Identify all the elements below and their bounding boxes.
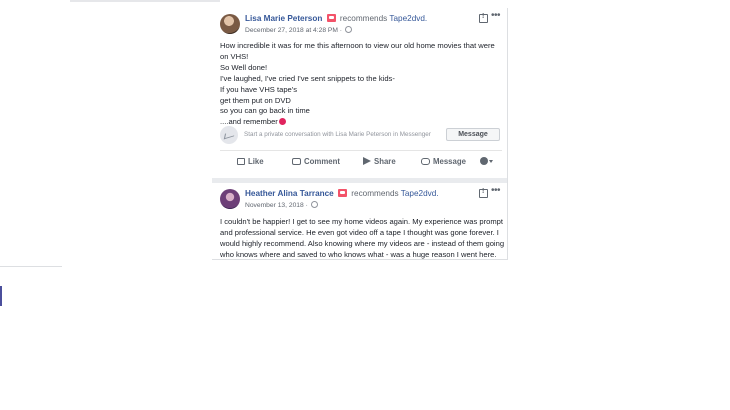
share-button[interactable]: Share: [363, 157, 396, 166]
page-link[interactable]: Tape2dvd.: [389, 14, 427, 23]
share-arrow-icon: [363, 157, 371, 165]
comment-label: Comment: [304, 157, 340, 166]
post-line: get them put on DVD: [220, 95, 291, 105]
globe-icon: [310, 201, 318, 208]
heart-emoji-icon: [278, 118, 286, 126]
comment-bubble-icon: [292, 158, 301, 165]
left-panel-divider: [0, 266, 62, 267]
avatar[interactable]: [220, 14, 240, 34]
flag-icon[interactable]: [479, 13, 488, 23]
post-meta: December 27, 2018 at 4:28 PM ·: [245, 26, 352, 34]
like-label: Like: [248, 157, 264, 166]
message-action-button[interactable]: Message: [421, 157, 466, 166]
recommend-badge-icon: [326, 14, 336, 22]
left-panel-accent: [0, 286, 2, 306]
message-button[interactable]: Message: [446, 128, 500, 141]
post-line: So Well done!: [220, 62, 268, 72]
author-name[interactable]: Lisa Marie Peterson: [245, 14, 322, 23]
post-body: I couldn't be happier! I get to see my h…: [220, 217, 504, 261]
flag-icon[interactable]: [479, 188, 488, 198]
audience-selector-icon: [480, 157, 488, 165]
post-line-text: ....and remember: [220, 117, 278, 127]
post-separator: [212, 178, 507, 183]
messenger-row: Start a private conversation with Lisa M…: [220, 126, 502, 144]
recommend-badge-icon: [338, 189, 348, 197]
post-body: How incredible it was for me this aftern…: [220, 41, 503, 128]
share-label: Share: [374, 157, 396, 166]
post-line: and professional service. He even got vi…: [220, 227, 499, 237]
post-line: If you have VHS tape's: [220, 84, 298, 94]
like-thumb-icon: [237, 158, 245, 165]
more-options-icon[interactable]: •••: [491, 10, 501, 21]
messenger-icon: [220, 126, 238, 144]
post-header: Lisa Marie Peterson recommends Tape2dvd.: [245, 14, 427, 23]
audience-selector[interactable]: [480, 157, 493, 166]
page-link[interactable]: Tape2dvd.: [401, 189, 439, 198]
post-header: Heather Alina Tarrance recommends Tape2d…: [245, 189, 439, 198]
post-meta: November 13, 2018 ·: [245, 201, 318, 209]
post-line: I couldn't be happier! I get to see my h…: [220, 217, 503, 226]
post-line: so you can go back in time: [220, 106, 310, 116]
post-line: How incredible it was for me this aftern…: [220, 41, 495, 50]
like-button[interactable]: Like: [237, 157, 264, 166]
meta-separator: ·: [339, 27, 343, 34]
actions-divider: [220, 150, 502, 151]
comment-button[interactable]: Comment: [292, 157, 340, 166]
chevron-down-icon: [489, 160, 493, 163]
author-name[interactable]: Heather Alina Tarrance: [245, 189, 334, 198]
globe-icon: [344, 26, 352, 33]
more-options-icon[interactable]: •••: [491, 185, 501, 196]
post-timestamp[interactable]: December 27, 2018 at 4:28 PM: [245, 27, 338, 34]
meta-separator: ·: [305, 202, 308, 209]
post-timestamp[interactable]: November 13, 2018: [245, 202, 304, 209]
messenger-prompt[interactable]: Start a private conversation with Lisa M…: [244, 131, 431, 138]
post-line: would highly recommend. Also knowing whe…: [220, 238, 505, 248]
top-strip: [70, 0, 220, 2]
post-actions: Like Comment Share Message: [220, 154, 502, 172]
post-line: I've laughed, I've cried I've sent snipp…: [220, 73, 395, 83]
post-line: who knows where and saved to who knows w…: [220, 249, 497, 259]
reviews-feed: Lisa Marie Peterson recommends Tape2dvd.…: [212, 8, 508, 260]
post-line: on VHS!: [220, 51, 249, 61]
message-label: Message: [433, 157, 466, 166]
avatar[interactable]: [220, 189, 240, 209]
message-bubble-icon: [421, 158, 430, 165]
recommends-text: recommends: [351, 189, 399, 198]
recommends-text: recommends: [339, 14, 388, 23]
